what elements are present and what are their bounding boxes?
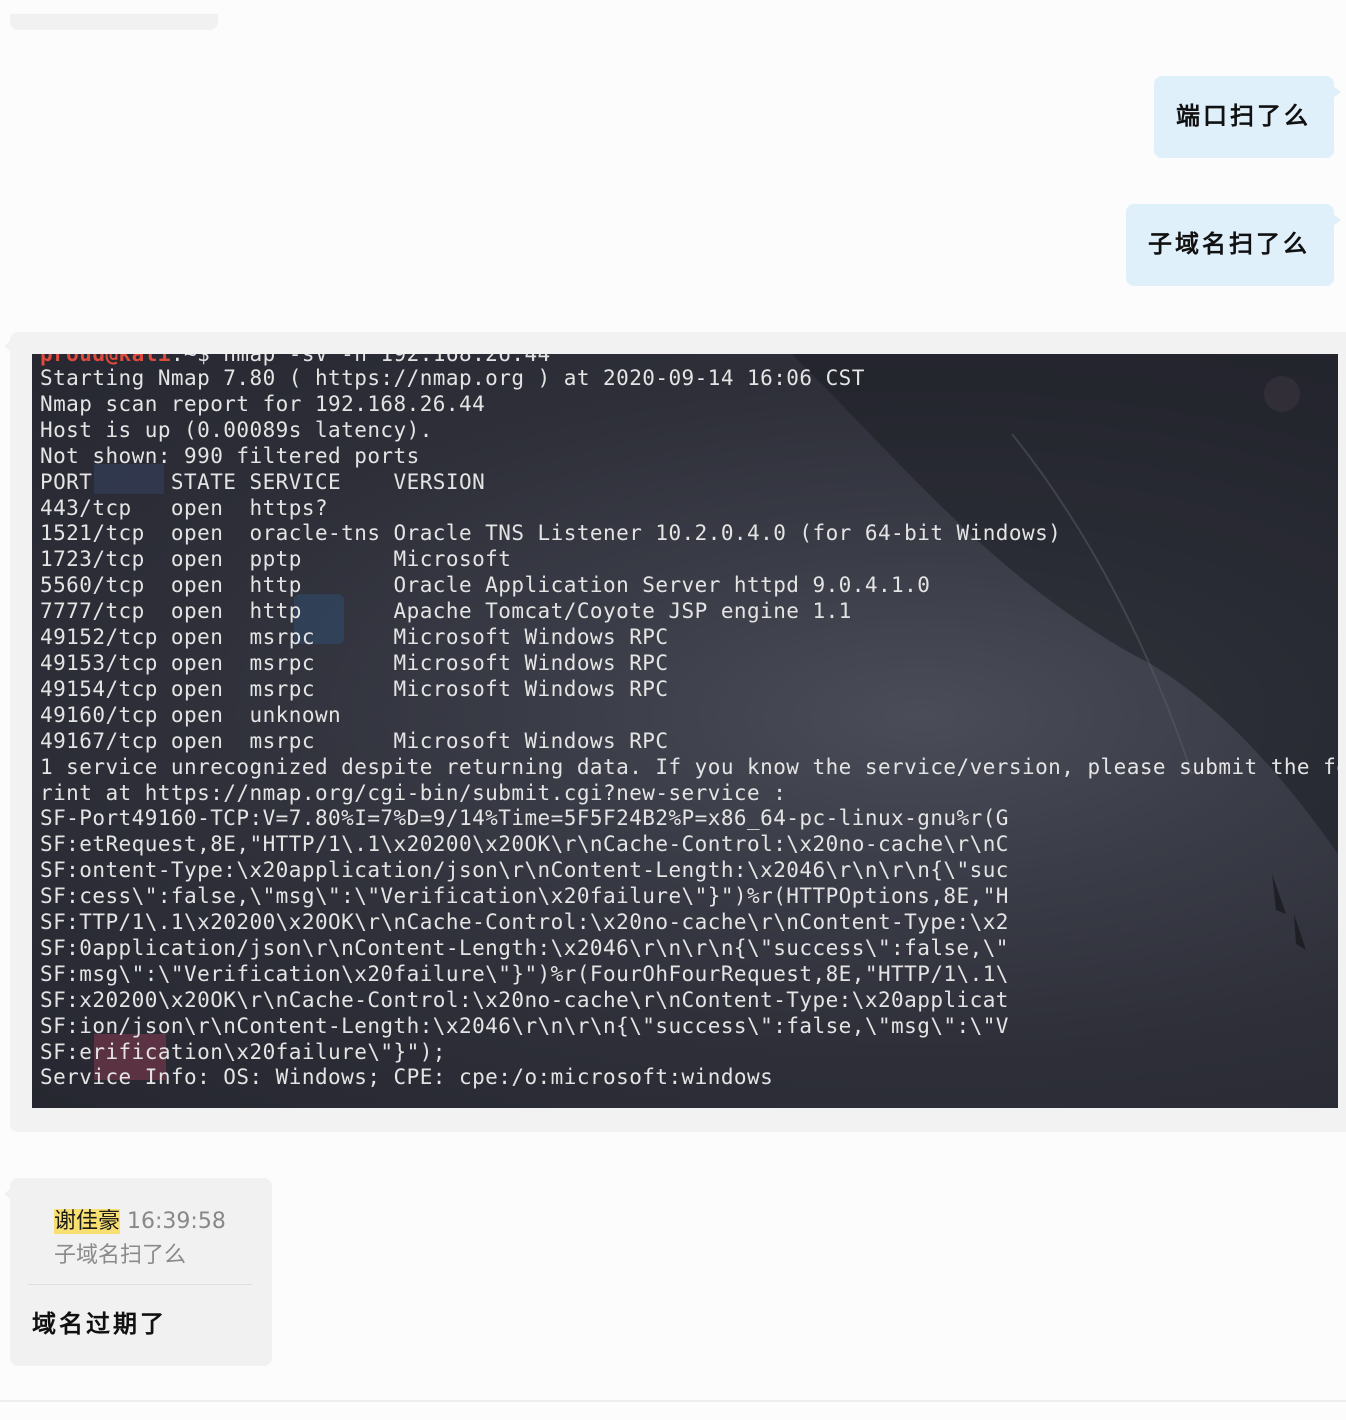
terminal-line: SF:msg\":\"Verification\x20failure\"}")%… — [40, 961, 1009, 986]
terminal-line: 49154/tcp open msrpc Microsoft Windows R… — [40, 676, 669, 701]
terminal-line: SF:TTP/1\.1\x20200\x20OK\r\nCache-Contro… — [40, 910, 1009, 935]
terminal-line: 443/tcp open https? — [40, 495, 329, 520]
terminal-line: rint at https://nmap.org/cgi-bin/submit.… — [40, 780, 787, 805]
terminal-prompt: proud@kali:~$ nmap -sV -n 192.168.26.44 — [40, 354, 551, 366]
terminal-line: Starting Nmap 7.80 ( https://nmap.org ) … — [40, 366, 865, 390]
quoted-sender-name: 谢佳豪 — [54, 1209, 121, 1234]
terminal-line: SF:erification\x20failure\"}"); — [40, 1039, 446, 1064]
terminal-output: proud@kali:~$ nmap -sV -n 192.168.26.44 S… — [40, 354, 1338, 1091]
message-bubble-outgoing[interactable]: 端口扫了么 — [1154, 76, 1341, 158]
terminal-line: SF:ion/json\r\nContent-Length:\x2046\r\n… — [40, 1013, 1009, 1038]
terminal-line: PORT STATE SERVICE VERSION — [40, 469, 486, 494]
terminal-line: Host is up (0.00089s latency). — [40, 417, 433, 442]
terminal-line: 1521/tcp open oracle-tns Oracle TNS List… — [40, 521, 1062, 546]
bottom-divider — [0, 1400, 1346, 1402]
terminal-line: Nmap scan report for 192.168.26.44 — [40, 391, 486, 416]
terminal-line: 7777/tcp open http Apache Tomcat/Coyote … — [40, 599, 852, 624]
terminal-line: SF:0application/json\r\nContent-Length:\… — [40, 935, 1009, 960]
terminal-line: 1723/tcp open pptp Microsoft — [40, 547, 512, 572]
terminal-line: 49152/tcp open msrpc Microsoft Windows R… — [40, 625, 669, 650]
terminal-line: SF:x20200\x20OK\r\nCache-Control:\x20no-… — [40, 987, 1009, 1012]
previous-message-stub — [10, 14, 218, 30]
quoted-message-header: 谢佳豪 16:39:58 — [54, 1208, 226, 1236]
terminal-screenshot[interactable]: proud@kali:~$ nmap -sV -n 192.168.26.44 S… — [32, 354, 1338, 1108]
message-bubble-outgoing[interactable]: 子域名扫了么 — [1126, 204, 1341, 286]
quoted-time: 16:39:58 — [127, 1209, 226, 1234]
reply-message-bubble[interactable]: 谢佳豪 16:39:58 子域名扫了么 域名过期了 — [4, 1178, 272, 1366]
message-text: 子域名扫了么 — [1148, 229, 1310, 258]
terminal-line: SF:ontent-Type:\x20application/json\r\nC… — [40, 858, 1009, 883]
terminal-line: 49160/tcp open unknown — [40, 702, 342, 727]
terminal-line: 49153/tcp open msrpc Microsoft Windows R… — [40, 650, 669, 675]
quote-divider — [28, 1284, 252, 1285]
terminal-line: SF-Port49160-TCP:V=7.80%I=7%D=9/14%Time=… — [40, 806, 1009, 831]
reply-text: 域名过期了 — [32, 1309, 167, 1338]
image-message-bubble[interactable]: proud@kali:~$ nmap -sV -n 192.168.26.44 S… — [4, 332, 1346, 1132]
terminal-line: SF:etRequest,8E,"HTTP/1\.1\x20200\x20OK\… — [40, 832, 1009, 857]
terminal-line: 5560/tcp open http Oracle Application Se… — [40, 573, 931, 598]
quoted-message-text: 子域名扫了么 — [54, 1243, 187, 1268]
terminal-line: Not shown: 990 filtered ports — [40, 443, 420, 468]
terminal-line: 49167/tcp open msrpc Microsoft Windows R… — [40, 728, 669, 753]
terminal-line: SF:cess\":false,\"msg\":\"Verification\x… — [40, 884, 1009, 909]
terminal-line: 1 service unrecognized despite returning… — [40, 754, 1338, 779]
message-text: 端口扫了么 — [1176, 101, 1311, 130]
terminal-line: Service Info: OS: Windows; CPE: cpe:/o:m… — [40, 1065, 774, 1090]
